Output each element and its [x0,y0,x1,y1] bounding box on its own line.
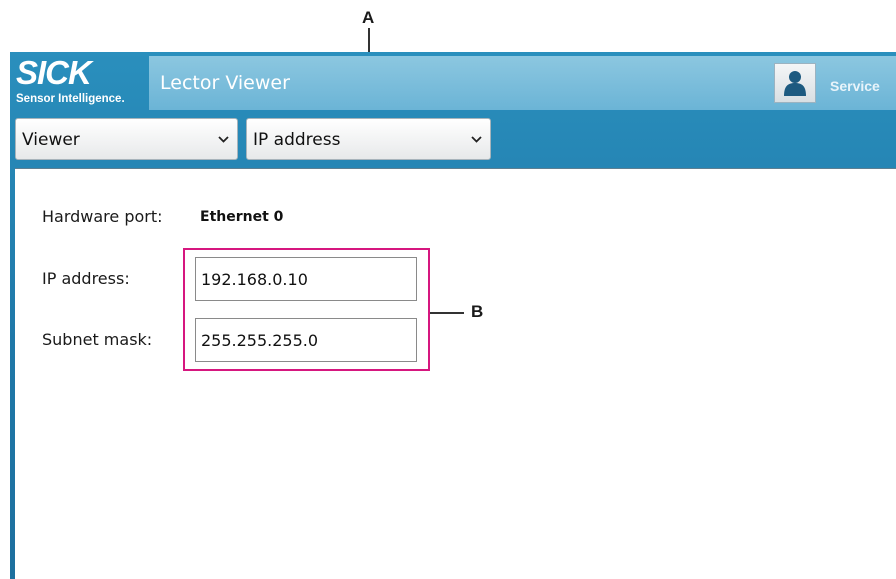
chevron-down-icon [471,136,482,143]
ip-address-label: IP address: [42,269,130,288]
subnet-mask-label: Subnet mask: [42,330,153,349]
callout-line-b [430,312,464,314]
hardware-port-label: Hardware port: [42,207,163,226]
mode-dropdown[interactable]: Viewer [15,118,238,160]
app-window: SICK Sensor Intelligence. Lector Viewer … [10,52,896,579]
content-panel: Hardware port: Ethernet 0 IP address: 19… [15,168,896,579]
callout-label-a: A [362,8,375,27]
title-bar: Lector Viewer Service [149,56,896,110]
callout-label-b: B [471,302,484,321]
page-dropdown[interactable]: IP address [246,118,491,160]
user-icon [784,71,806,96]
page-dropdown-value: IP address [253,130,341,150]
app-title: Lector Viewer [160,72,290,94]
callout-highlight-b [183,248,430,371]
figure: A SICK Sensor Intelligence. Lector Viewe… [0,0,896,579]
toolbar: Viewer IP address [10,112,896,168]
logo-wordmark: SICK [16,54,92,91]
hardware-port-value: Ethernet 0 [200,209,284,225]
app-header: SICK Sensor Intelligence. Lector Viewer … [10,52,896,112]
user-button[interactable] [774,63,816,103]
mode-dropdown-value: Viewer [22,130,80,150]
chevron-down-icon [218,136,229,143]
user-level-label: Service [830,78,880,94]
brand-logo: SICK Sensor Intelligence. [14,54,152,110]
logo-tagline: Sensor Intelligence. [16,93,125,105]
